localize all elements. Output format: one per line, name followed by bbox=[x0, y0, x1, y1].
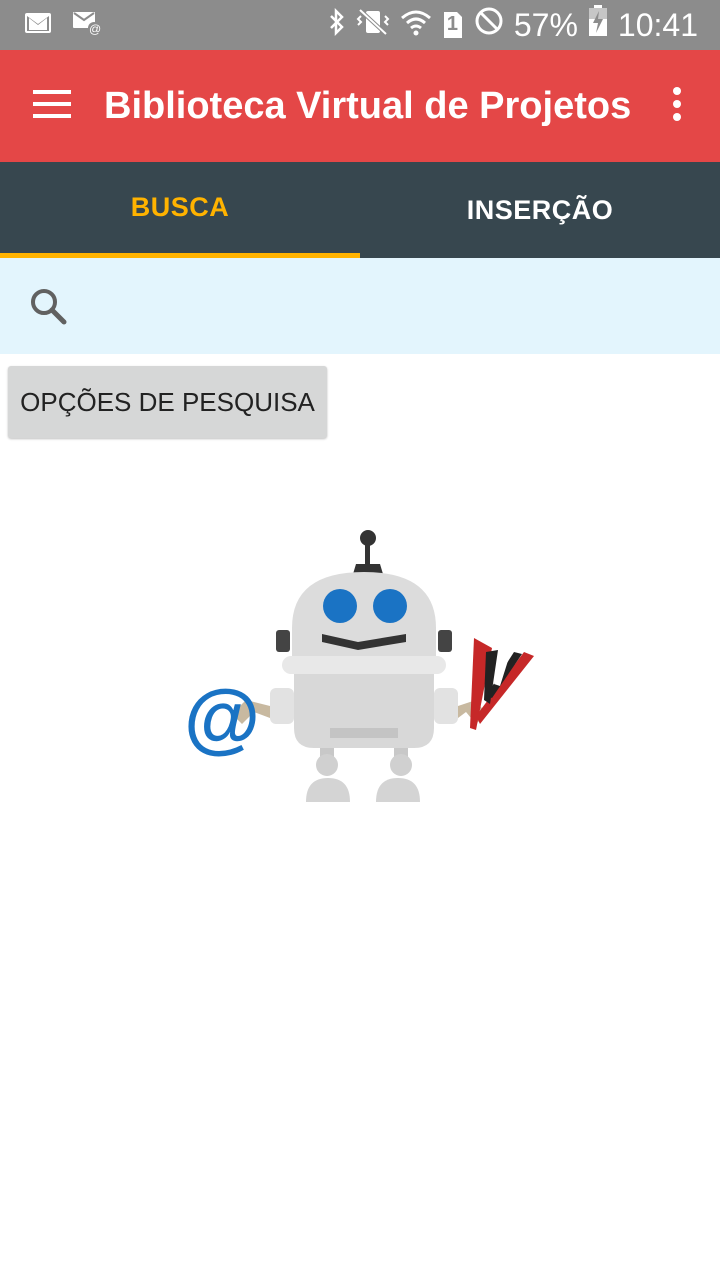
bluetooth-icon bbox=[328, 7, 346, 44]
search-bar bbox=[0, 258, 720, 354]
status-bar: @ 1 57% 10:41 bbox=[0, 0, 720, 50]
app-bar: Biblioteca Virtual de Projetos bbox=[0, 50, 720, 162]
hamburger-icon bbox=[33, 89, 71, 123]
sim-icon: 1 bbox=[442, 10, 464, 40]
tab-insercao[interactable]: INSERÇÃO bbox=[360, 162, 720, 258]
menu-button[interactable] bbox=[0, 50, 104, 162]
tab-busca[interactable]: BUSCA bbox=[0, 162, 360, 258]
search-input[interactable] bbox=[96, 275, 720, 337]
battery-charging-icon bbox=[588, 5, 608, 45]
tab-bar: BUSCA INSERÇÃO bbox=[0, 162, 720, 258]
overflow-menu-button[interactable] bbox=[634, 50, 720, 162]
more-vert-icon bbox=[672, 86, 682, 126]
robot-mascot-illustration: @ bbox=[180, 528, 540, 806]
search-options-button[interactable]: OPÇÕES DE PESQUISA bbox=[8, 366, 327, 438]
svg-text:@: @ bbox=[89, 22, 101, 35]
wifi-icon bbox=[400, 7, 432, 44]
email-icon: @ bbox=[72, 11, 102, 40]
do-not-disturb-icon bbox=[474, 6, 504, 44]
gmail-icon bbox=[24, 12, 52, 39]
app-title: Biblioteca Virtual de Projetos bbox=[104, 84, 632, 127]
search-icon[interactable] bbox=[0, 258, 96, 354]
clock: 10:41 bbox=[617, 6, 698, 43]
battery-percent: 57% bbox=[513, 6, 578, 43]
svg-text:@: @ bbox=[184, 673, 260, 761]
vibrate-icon bbox=[356, 7, 390, 44]
sim-slot-number: 1 bbox=[446, 13, 458, 35]
